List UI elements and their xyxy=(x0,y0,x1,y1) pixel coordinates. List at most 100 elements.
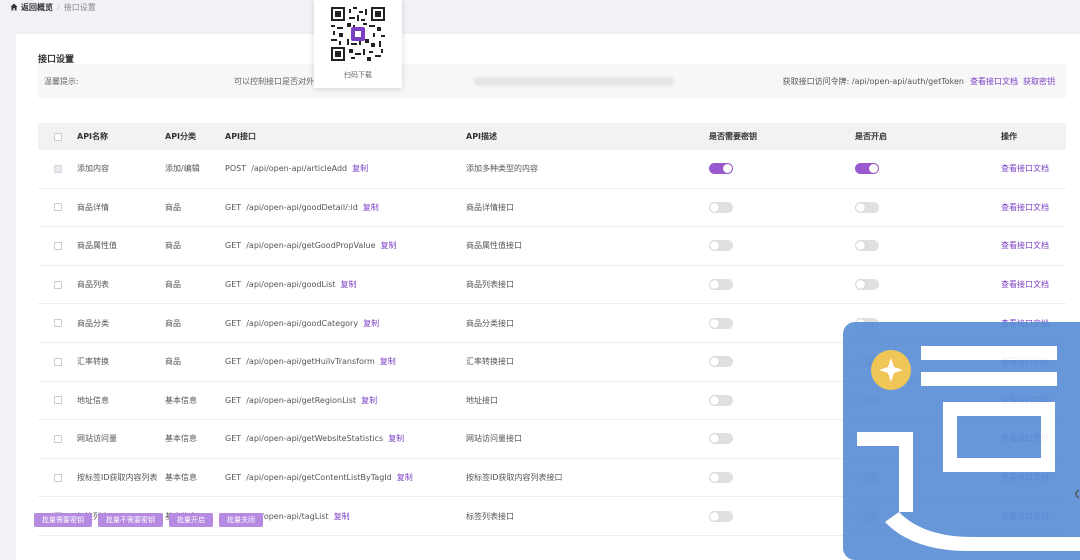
row-checkbox[interactable] xyxy=(53,434,62,443)
select-all-checkbox[interactable] xyxy=(53,132,62,141)
copy-button[interactable]: 复制 xyxy=(363,319,379,328)
copy-button[interactable]: 复制 xyxy=(363,203,379,212)
copy-button[interactable]: 复制 xyxy=(381,241,397,250)
api-category: 商品 xyxy=(165,357,181,367)
api-description: 添加多种类型的内容 xyxy=(466,164,538,174)
api-name: 商品属性值 xyxy=(77,241,117,251)
api-method: GET xyxy=(225,202,242,212)
api-method: POST xyxy=(225,164,247,174)
view-doc-link[interactable]: 查看接口文档 xyxy=(1001,280,1049,289)
need-key-toggle[interactable] xyxy=(709,317,733,329)
qr-code-icon xyxy=(331,7,385,61)
api-method: GET xyxy=(225,357,242,367)
api-endpoint: GET /api/open-api/getContentListByTagId 复… xyxy=(225,472,466,483)
api-endpoint: GET /api/open-api/getHuilvTransform 复制 xyxy=(225,356,466,367)
row-checkbox[interactable] xyxy=(53,241,62,250)
qr-label: 扫码下载 xyxy=(344,71,372,79)
side-handle-icon[interactable] xyxy=(1070,480,1080,508)
api-category: 添加/编辑 xyxy=(165,164,200,174)
copy-button[interactable]: 复制 xyxy=(334,512,350,521)
need-key-toggle[interactable] xyxy=(709,472,733,484)
table-row: 商品详情 商品 GET /api/open-api/goodDetail/:id… xyxy=(38,189,1066,228)
api-endpoint: GET /api/open-api/goodList 复制 xyxy=(225,279,466,290)
copy-button[interactable]: 复制 xyxy=(361,396,377,405)
row-checkbox[interactable] xyxy=(53,473,62,482)
row-checkbox[interactable] xyxy=(53,319,62,328)
api-name: 汇率转换 xyxy=(77,357,109,367)
row-checkbox[interactable] xyxy=(53,357,62,366)
api-category: 基本信息 xyxy=(165,395,197,405)
copy-button[interactable]: 复制 xyxy=(341,280,357,289)
enabled-toggle[interactable] xyxy=(855,163,879,175)
api-description: 汇率转换接口 xyxy=(466,357,514,367)
need-key-toggle[interactable] xyxy=(709,163,733,175)
api-category: 基本信息 xyxy=(165,434,197,444)
api-method: GET xyxy=(225,318,242,328)
api-name: 商品列表 xyxy=(77,280,109,290)
table-row: 商品属性值 商品 GET /api/open-api/getGoodPropVa… xyxy=(38,227,1066,266)
api-category: 商品 xyxy=(165,280,181,290)
qr-popover: 扫码下载 xyxy=(314,0,402,88)
view-doc-link[interactable]: 查看接口文档 xyxy=(1001,203,1049,212)
api-description: 网站访问量接口 xyxy=(466,434,522,444)
get-secret-link[interactable]: 获取密钥 xyxy=(1023,76,1055,87)
row-checkbox[interactable] xyxy=(53,164,62,173)
need-key-toggle[interactable] xyxy=(709,356,733,368)
floating-ad-badge[interactable] xyxy=(843,322,1080,560)
view-doc-link[interactable]: 查看接口文档 xyxy=(970,76,1018,87)
need-key-toggle[interactable] xyxy=(709,394,733,406)
api-description: 商品列表接口 xyxy=(466,280,514,290)
view-doc-link[interactable]: 查看接口文档 xyxy=(1001,164,1049,173)
row-checkbox[interactable] xyxy=(53,280,62,289)
token-endpoint: 获取接口访问令牌: /api/open-api/auth/getToken xyxy=(782,76,964,86)
api-method: GET xyxy=(225,473,242,483)
header-category: API分类 xyxy=(165,132,197,141)
enabled-toggle[interactable] xyxy=(855,201,879,213)
tip-bar: 温馨提示: 可以控制接口是否对外开放 获取接口访问令牌: /api/open-a… xyxy=(38,64,1066,98)
header-api: API接口 xyxy=(225,132,257,141)
breadcrumb-separator: / xyxy=(57,2,60,12)
api-category: 基本信息 xyxy=(165,473,197,483)
copy-button[interactable]: 复制 xyxy=(380,357,396,366)
need-key-toggle[interactable] xyxy=(709,279,733,291)
row-checkbox[interactable] xyxy=(53,396,62,405)
table-header: API名称 API分类 API接口 API描述 是否需要密钥 是否开启 操作 xyxy=(38,123,1066,150)
api-name: 地址信息 xyxy=(77,395,109,405)
api-description: 商品详情接口 xyxy=(466,202,514,212)
api-description: 商品分类接口 xyxy=(466,318,514,328)
breadcrumb-home[interactable]: 返回概览 xyxy=(10,2,53,13)
copy-button[interactable]: 复制 xyxy=(388,434,404,443)
row-checkbox[interactable] xyxy=(53,203,62,212)
enabled-toggle[interactable] xyxy=(855,240,879,252)
api-endpoint: GET /api/open-api/goodDetail/:id 复制 xyxy=(225,202,466,213)
header-op: 操作 xyxy=(1001,132,1017,141)
view-doc-link[interactable]: 查看接口文档 xyxy=(1001,241,1049,250)
batch-disable-button[interactable]: 批量关闭 xyxy=(219,513,263,527)
need-key-toggle[interactable] xyxy=(709,510,733,522)
api-path: /api/open-api/goodList xyxy=(246,280,336,290)
need-key-toggle[interactable] xyxy=(709,433,733,445)
need-key-toggle[interactable] xyxy=(709,240,733,252)
api-method: GET xyxy=(225,241,242,251)
enabled-toggle[interactable] xyxy=(855,279,879,291)
copy-button[interactable]: 复制 xyxy=(352,164,368,173)
api-method: GET xyxy=(225,434,242,444)
ad-logo-icon xyxy=(857,346,1080,551)
api-endpoint: GET /api/open-api/getGoodPropValue 复制 xyxy=(225,240,466,251)
breadcrumb-current: 接口设置 xyxy=(63,2,96,12)
api-path: /api/open-api/goodCategory xyxy=(246,318,359,328)
api-path: /api/open-api/goodDetail/:id xyxy=(246,202,358,212)
blurred-text xyxy=(474,76,674,86)
batch-need-key-button[interactable]: 批量需要密钥 xyxy=(34,513,92,527)
copy-button[interactable]: 复制 xyxy=(397,473,413,482)
api-method: GET xyxy=(225,280,242,290)
breadcrumb-home-label: 返回概览 xyxy=(21,2,53,12)
batch-buttons: 批量需要密钥 批量不需要密钥 批量开启 批量关闭 xyxy=(34,513,263,527)
batch-no-key-button[interactable]: 批量不需要密钥 xyxy=(98,513,163,527)
table-row: 商品列表 商品 GET /api/open-api/goodList 复制 商品列… xyxy=(38,266,1066,305)
need-key-toggle[interactable] xyxy=(709,201,733,213)
batch-enable-button[interactable]: 批量开启 xyxy=(169,513,213,527)
api-name: 网站访问量 xyxy=(77,434,117,444)
tip-label: 温馨提示: xyxy=(44,76,79,86)
api-description: 商品属性值接口 xyxy=(466,241,522,251)
